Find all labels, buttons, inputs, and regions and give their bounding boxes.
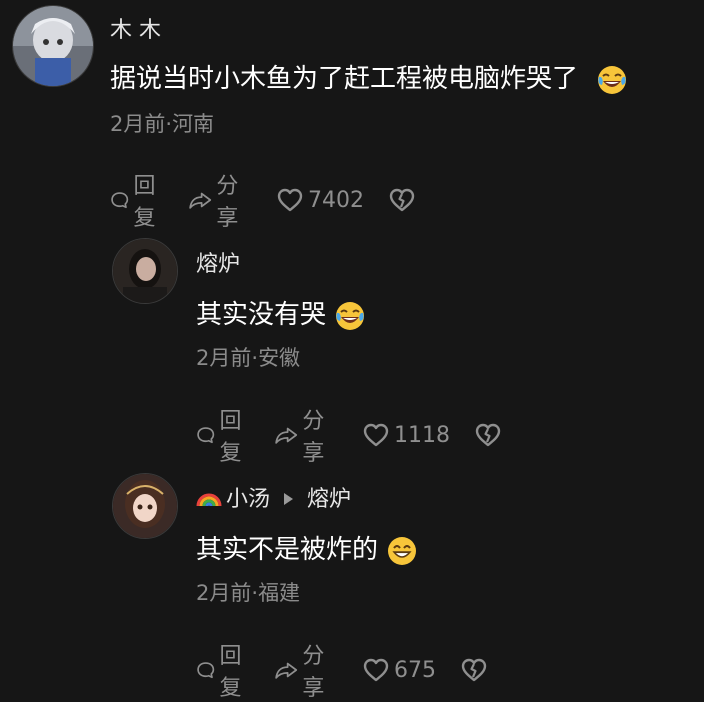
broken-heart-icon <box>474 421 502 449</box>
comment-meta: 2月前·安徽 <box>196 342 300 372</box>
comment-time: 2月前 <box>110 112 166 136</box>
like-count: 675 <box>394 657 437 683</box>
broken-heart-icon <box>388 186 416 214</box>
share-label: 分享 <box>216 174 239 231</box>
reply-label: 回复 <box>219 409 242 466</box>
comment-actions: 回复 分享 675 <box>196 638 488 702</box>
reply-button[interactable]: 回复 <box>110 168 164 232</box>
comment-location: 福建 <box>258 581 301 605</box>
heart-icon <box>276 186 304 214</box>
like-button[interactable]: 7402 <box>276 186 364 214</box>
reply-to-username[interactable]: 熔炉 <box>307 487 351 512</box>
reply-button[interactable]: 回复 <box>196 638 250 702</box>
dislike-button[interactable] <box>388 186 416 214</box>
reply-label: 回复 <box>219 644 242 701</box>
avatar[interactable] <box>12 5 94 87</box>
comment-actions: 回复 分享 1118 <box>196 403 502 467</box>
avatar[interactable] <box>112 473 178 539</box>
avatar[interactable] <box>112 238 178 304</box>
comment-text-content: 其实不是被炸的 <box>196 535 379 565</box>
comment-username-text[interactable]: 小汤 <box>226 487 270 512</box>
share-button[interactable]: 分享 <box>188 168 248 232</box>
comment-bubble-icon <box>196 656 215 684</box>
like-button[interactable]: 1118 <box>362 421 450 449</box>
rainbow-icon <box>196 493 222 507</box>
user-avatar-image <box>113 474 177 538</box>
comment-username[interactable]: 木 木 <box>110 12 161 44</box>
broken-heart-icon <box>460 656 488 684</box>
comment-text: 据说当时小木鱼为了赶工程被电脑炸哭了 <box>110 58 628 96</box>
share-button[interactable]: 分享 <box>274 638 334 702</box>
comment-location: 河南 <box>172 112 215 136</box>
comment-bubble-icon <box>196 421 215 449</box>
comment-username: 小汤 熔炉 <box>196 481 351 513</box>
share-label: 分享 <box>302 409 325 466</box>
laughing-crying-emoji-icon <box>596 64 628 96</box>
like-count: 7402 <box>308 187 365 213</box>
comment-text: 其实不是被炸的 <box>196 529 418 567</box>
share-button[interactable]: 分享 <box>274 403 334 467</box>
comment-time: 2月前 <box>196 346 252 370</box>
comment-bubble-icon <box>110 186 129 214</box>
comment-actions: 回复 分享 7402 <box>110 168 416 232</box>
comment-text: 其实没有哭 <box>196 294 366 332</box>
reply-label: 回复 <box>133 174 156 231</box>
reply-arrow-icon <box>284 493 294 505</box>
comment-username[interactable]: 熔炉 <box>196 246 240 278</box>
grinning-emoji-icon <box>386 535 418 567</box>
heart-icon <box>362 656 390 684</box>
user-avatar-image <box>113 239 177 303</box>
reply-button[interactable]: 回复 <box>196 403 250 467</box>
comment-meta: 2月前·河南 <box>110 108 214 138</box>
comment-text-content: 据说当时小木鱼为了赶工程被电脑炸哭了 <box>110 64 579 94</box>
dislike-button[interactable] <box>474 421 502 449</box>
user-avatar-image <box>13 6 93 86</box>
dislike-button[interactable] <box>460 656 488 684</box>
comment-location: 安徽 <box>258 346 301 370</box>
share-arrow-icon <box>274 656 298 684</box>
like-button[interactable]: 675 <box>362 656 436 684</box>
comment-meta: 2月前·福建 <box>196 577 300 607</box>
like-count: 1118 <box>394 422 451 448</box>
comment-text-content: 其实没有哭 <box>196 300 327 330</box>
share-label: 分享 <box>302 644 325 701</box>
comment-time: 2月前 <box>196 581 252 605</box>
share-arrow-icon <box>274 421 298 449</box>
heart-icon <box>362 421 390 449</box>
laughing-crying-emoji-icon <box>334 300 366 332</box>
share-arrow-icon <box>188 186 212 214</box>
